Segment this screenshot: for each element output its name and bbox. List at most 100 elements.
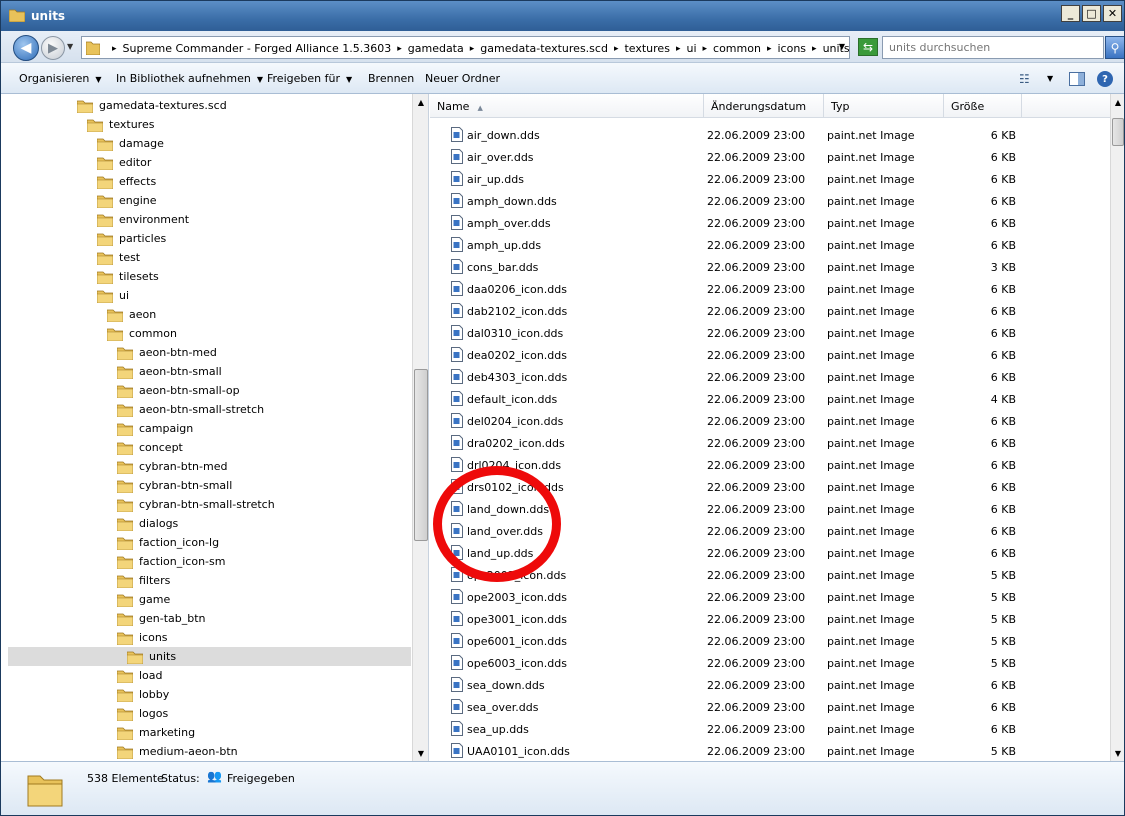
tree-item[interactable]: marketing bbox=[117, 723, 195, 742]
column-name[interactable]: Name ▲ bbox=[430, 94, 704, 118]
tree-item[interactable]: filters bbox=[117, 571, 170, 590]
tree-item[interactable]: lobby bbox=[117, 685, 169, 704]
tree-item[interactable]: gamedata-textures.scd bbox=[77, 96, 227, 115]
tree-item[interactable]: textures bbox=[87, 115, 154, 134]
share-button[interactable]: Freigeben für ▼ bbox=[267, 72, 352, 85]
organize-button[interactable]: Organisieren ▼ bbox=[19, 72, 101, 85]
tree-item[interactable]: aeon-btn-small-stretch bbox=[117, 400, 264, 419]
maximize-button[interactable]: □ bbox=[1082, 5, 1101, 22]
tree-item[interactable]: environment bbox=[97, 210, 189, 229]
column-date[interactable]: Änderungsdatum bbox=[704, 94, 824, 118]
tree-item[interactable]: cybran-btn-med bbox=[117, 457, 227, 476]
breadcrumb-separator-icon[interactable]: ▸ bbox=[676, 44, 681, 54]
breadcrumb-separator-icon[interactable]: ▸ bbox=[703, 44, 708, 54]
breadcrumb-item[interactable]: textures bbox=[624, 42, 669, 55]
breadcrumb-separator-icon[interactable]: ▸ bbox=[614, 44, 619, 54]
tree-item[interactable]: particles bbox=[97, 229, 166, 248]
refresh-button[interactable]: ⇆ bbox=[858, 38, 878, 56]
tree-item[interactable]: cybran-btn-small-stretch bbox=[117, 495, 275, 514]
breadcrumb-item[interactable]: Supreme Commander - Forged Alliance 1.5.… bbox=[123, 42, 392, 55]
scroll-down-icon[interactable]: ▼ bbox=[1111, 745, 1124, 761]
tree-item[interactable]: units bbox=[8, 647, 411, 666]
search-button[interactable]: ⚲ bbox=[1105, 36, 1124, 59]
file-row[interactable]: dra0202_icon.dds 22.06.2009 23:00 paint.ne… bbox=[430, 432, 1110, 454]
back-button[interactable]: ◀ bbox=[13, 35, 39, 61]
file-row[interactable]: cons_bar.dds 22.06.2009 23:00 paint.net Im… bbox=[430, 256, 1110, 278]
tree-item[interactable]: damage bbox=[97, 134, 164, 153]
file-row[interactable]: sea_up.dds 22.06.2009 23:00 paint.net Imag… bbox=[430, 718, 1110, 740]
file-row[interactable]: sea_down.dds 22.06.2009 23:00 paint.net Im… bbox=[430, 674, 1110, 696]
burn-button[interactable]: Brennen bbox=[368, 72, 414, 85]
new-folder-button[interactable]: Neuer Ordner bbox=[425, 72, 500, 85]
scrollbar-thumb[interactable] bbox=[1112, 118, 1124, 146]
file-row[interactable]: daa0206_icon.dds 22.06.2009 23:00 paint.ne… bbox=[430, 278, 1110, 300]
list-scrollbar[interactable]: ▲ ▼ bbox=[1110, 94, 1124, 761]
library-button[interactable]: In Bibliothek aufnehmen ▼ bbox=[116, 72, 263, 85]
breadcrumb-item[interactable]: icons bbox=[777, 42, 806, 55]
tree-item[interactable]: effects bbox=[97, 172, 156, 191]
file-row[interactable]: amph_up.dds 22.06.2009 23:00 paint.net Ima… bbox=[430, 234, 1110, 256]
file-row[interactable]: air_down.dds 22.06.2009 23:00 paint.net Im… bbox=[430, 124, 1110, 146]
file-row[interactable]: del0204_icon.dds 22.06.2009 23:00 paint.ne… bbox=[430, 410, 1110, 432]
help-icon[interactable]: ? bbox=[1097, 71, 1113, 87]
breadcrumb-separator-icon[interactable]: ▸ bbox=[470, 44, 475, 54]
column-size[interactable]: Größe bbox=[944, 94, 1022, 118]
file-row[interactable]: dab2102_icon.dds 22.06.2009 23:00 paint.ne… bbox=[430, 300, 1110, 322]
file-row[interactable]: dea0202_icon.dds 22.06.2009 23:00 paint.ne… bbox=[430, 344, 1110, 366]
breadcrumb-item[interactable]: common bbox=[713, 42, 761, 55]
tree-item[interactable]: game bbox=[117, 590, 170, 609]
forward-button[interactable]: ▶ bbox=[41, 36, 65, 60]
tree-scrollbar[interactable]: ▲ ▼ bbox=[412, 94, 428, 761]
file-row[interactable]: ope6003_icon.dds 22.06.2009 23:00 paint.ne… bbox=[430, 652, 1110, 674]
file-row[interactable]: dal0310_icon.dds 22.06.2009 23:00 paint.ne… bbox=[430, 322, 1110, 344]
tree-item[interactable]: aeon-btn-med bbox=[117, 343, 217, 362]
file-row[interactable]: ope6001_icon.dds 22.06.2009 23:00 paint.ne… bbox=[430, 630, 1110, 652]
tree-item[interactable]: concept bbox=[117, 438, 183, 457]
title-bar[interactable]: units _ □ ✕ bbox=[1, 1, 1124, 31]
view-options-icon[interactable]: ☷ bbox=[1019, 72, 1030, 86]
breadcrumb-item[interactable]: gamedata bbox=[408, 42, 464, 55]
tree-item[interactable]: common bbox=[107, 324, 177, 343]
file-row[interactable]: air_up.dds 22.06.2009 23:00 paint.net Imag… bbox=[430, 168, 1110, 190]
breadcrumb-separator-icon[interactable]: ▸ bbox=[112, 44, 117, 54]
scroll-down-icon[interactable]: ▼ bbox=[413, 745, 428, 761]
file-row[interactable]: amph_down.dds 22.06.2009 23:00 paint.net I… bbox=[430, 190, 1110, 212]
file-row[interactable]: land_over.dds 22.06.2009 23:00 paint.net I… bbox=[430, 520, 1110, 542]
scroll-up-icon[interactable]: ▲ bbox=[1111, 94, 1124, 110]
file-row[interactable]: default_icon.dds 22.06.2009 23:00 paint.ne… bbox=[430, 388, 1110, 410]
tree-item[interactable]: aeon bbox=[107, 305, 156, 324]
tree-item[interactable]: faction_icon-sm bbox=[117, 552, 225, 571]
file-row[interactable]: ope3001_icon.dds 22.06.2009 23:00 paint.ne… bbox=[430, 608, 1110, 630]
tree-item[interactable]: editor bbox=[97, 153, 151, 172]
column-type[interactable]: Typ bbox=[824, 94, 944, 118]
preview-pane-icon[interactable] bbox=[1069, 72, 1085, 86]
file-row[interactable]: UAA0101_icon.dds 22.06.2009 23:00 paint.ne… bbox=[430, 740, 1110, 761]
breadcrumb-separator-icon[interactable]: ▸ bbox=[767, 44, 772, 54]
breadcrumb-separator-icon[interactable]: ▸ bbox=[397, 44, 402, 54]
tree-item[interactable]: engine bbox=[97, 191, 157, 210]
file-row[interactable]: air_over.dds 22.06.2009 23:00 paint.net Im… bbox=[430, 146, 1110, 168]
chevron-down-icon[interactable]: ▼ bbox=[1047, 74, 1053, 83]
breadcrumb-item[interactable]: units bbox=[823, 42, 850, 55]
file-row[interactable]: deb4303_icon.dds 22.06.2009 23:00 paint.ne… bbox=[430, 366, 1110, 388]
breadcrumb-separator-icon[interactable]: ▸ bbox=[812, 44, 817, 54]
history-dropdown[interactable]: ▼ bbox=[67, 42, 73, 51]
tree-item[interactable]: load bbox=[117, 666, 163, 685]
tree-item[interactable]: icons bbox=[117, 628, 168, 647]
tree-item[interactable]: test bbox=[97, 248, 140, 267]
chevron-down-icon[interactable]: ▼ bbox=[839, 42, 845, 51]
file-row[interactable]: drs0102_icon.dds 22.06.2009 23:00 paint.ne… bbox=[430, 476, 1110, 498]
tree-item[interactable]: gen-tab_btn bbox=[117, 609, 206, 628]
search-input[interactable] bbox=[882, 36, 1104, 59]
tree-item[interactable]: cybran-btn-small bbox=[117, 476, 232, 495]
tree-item[interactable]: aeon-btn-small bbox=[117, 362, 222, 381]
file-row[interactable]: amph_over.dds 22.06.2009 23:00 paint.net I… bbox=[430, 212, 1110, 234]
tree-item[interactable]: campaign bbox=[117, 419, 193, 438]
file-row[interactable]: land_up.dds 22.06.2009 23:00 paint.net Ima… bbox=[430, 542, 1110, 564]
tree-item[interactable]: medium-aeon-btn bbox=[117, 742, 238, 761]
scrollbar-thumb[interactable] bbox=[414, 369, 428, 541]
tree-item[interactable]: dialogs bbox=[117, 514, 178, 533]
tree-item[interactable]: logos bbox=[117, 704, 168, 723]
breadcrumb-item[interactable]: ui bbox=[686, 42, 696, 55]
file-row[interactable]: sea_over.dds 22.06.2009 23:00 paint.net Im… bbox=[430, 696, 1110, 718]
